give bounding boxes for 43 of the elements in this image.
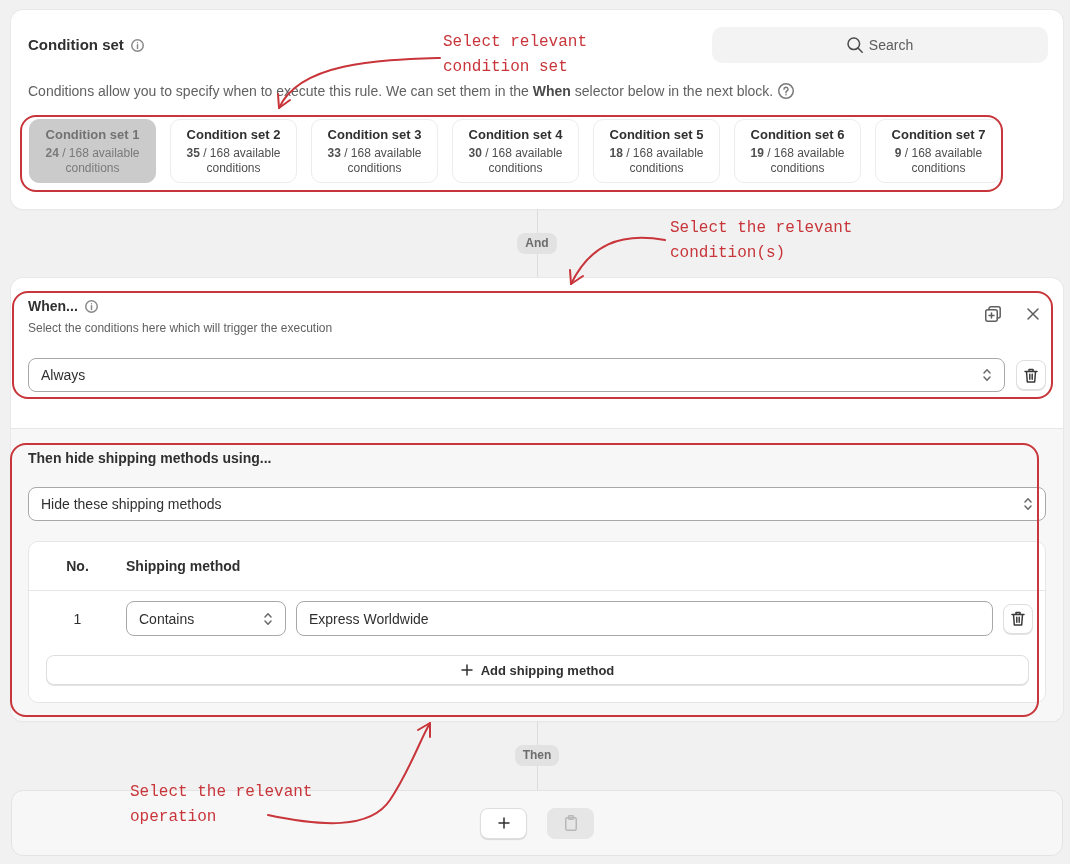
add-button[interactable] (480, 807, 527, 839)
info-icon (130, 38, 144, 52)
card-title: Condition set (28, 35, 124, 55)
shipping-method-input[interactable]: Express Worldwide (296, 601, 993, 636)
close-button[interactable] (1027, 308, 1039, 320)
trash-icon (1024, 367, 1038, 383)
trash-icon (1011, 611, 1025, 626)
delete-button[interactable] (1016, 360, 1046, 390)
search-icon (846, 37, 863, 53)
column-header: Shipping method (126, 558, 241, 574)
condition-select[interactable]: Always (28, 358, 1005, 392)
connector-label: Then (514, 745, 560, 766)
delete-button[interactable] (1003, 603, 1033, 634)
annotation-note: Select relevant condition set (443, 32, 588, 78)
connector-label: And (517, 233, 557, 254)
plus-icon (460, 664, 473, 676)
close-icon (1027, 308, 1039, 320)
condition-set-tile[interactable]: Condition set 2 35 / 168 available conditions (170, 119, 297, 183)
condition-set-tile[interactable]: Condition set 4 30 / 168 available conditions (452, 119, 579, 183)
annotation-note: Select the relevant condition(s) (670, 218, 853, 264)
chevron-up-down-icon (263, 611, 273, 626)
plus-icon (497, 817, 510, 829)
mode-select[interactable]: Hide these shipping methods (28, 487, 1046, 521)
clipboard-icon (563, 815, 578, 831)
chevron-up-down-icon (1023, 497, 1033, 511)
section-title: Then hide shipping methods using... (28, 449, 273, 467)
condition-set-tile[interactable]: Condition set 7 9 / 168 available conditions (875, 119, 1002, 183)
duplicate-icon (985, 306, 1001, 322)
search-button[interactable]: Search (712, 27, 1048, 63)
info-icon (84, 299, 98, 313)
condition-set-tile[interactable]: Condition set 3 33 / 168 available conditions (311, 119, 438, 183)
annotation-note: Select the relevant operation (130, 782, 313, 828)
row-number: 1 (72, 609, 83, 628)
column-header: No. (65, 558, 90, 574)
operator-select[interactable]: Contains (126, 601, 286, 636)
condition-set-tile[interactable]: Condition set 5 18 / 168 available conditions (593, 119, 720, 183)
section-subtitle: Select the conditions here which will trigger the execution (28, 320, 333, 336)
add-shipping-method-button[interactable]: Add shipping method (46, 655, 1029, 685)
help-icon (778, 83, 795, 99)
section-title: When... (28, 297, 78, 316)
condition-set-tile[interactable]: Condition set 6 19 / 168 available conditions (734, 119, 861, 183)
chevron-up-down-icon (982, 368, 992, 382)
duplicate-button[interactable] (985, 306, 1001, 322)
